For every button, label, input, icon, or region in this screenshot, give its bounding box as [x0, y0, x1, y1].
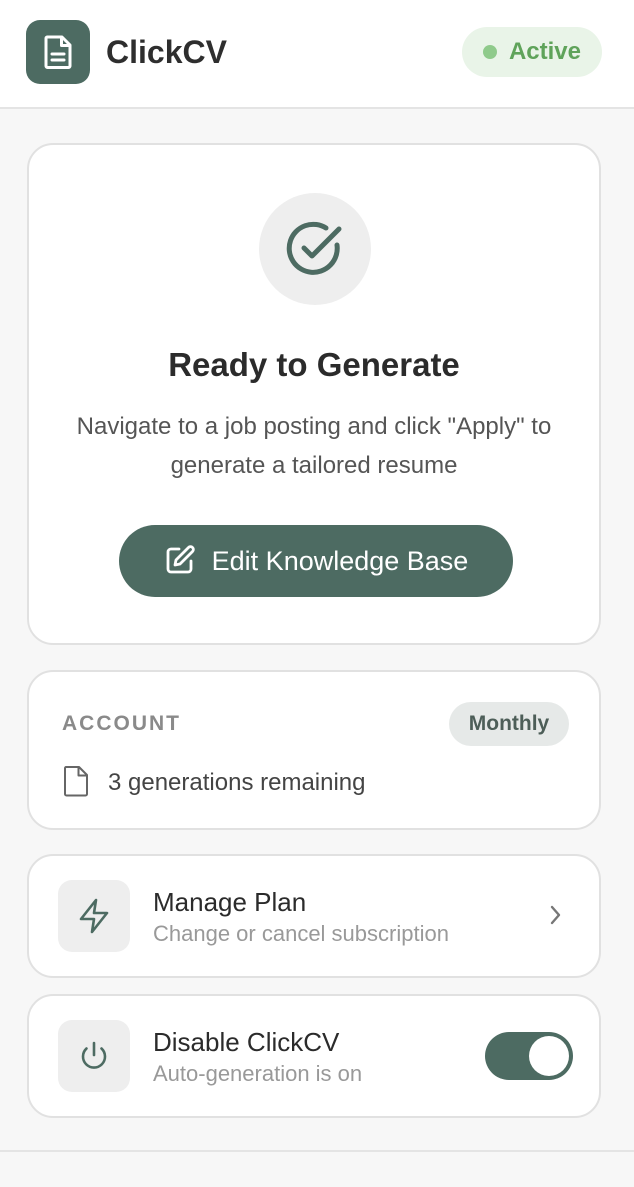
document-icon: [26, 20, 90, 84]
file-icon: [62, 765, 90, 802]
edit-knowledge-base-label: Edit Knowledge Base: [211, 545, 469, 576]
footer-divider: [0, 1150, 634, 1152]
generations-remaining: 3 generations remaining: [108, 769, 366, 796]
toggle-knob: [529, 1036, 569, 1076]
check-circle-icon: [259, 193, 371, 305]
status-badge: Active: [462, 27, 602, 77]
account-card: ACCOUNT Monthly 3 generations remaining: [27, 670, 601, 830]
power-icon: [58, 1020, 130, 1092]
disable-clickcv-row: Disable ClickCV Auto-generation is on: [27, 994, 601, 1118]
disable-subtitle: Auto-generation is on: [153, 1061, 363, 1086]
ready-card: Ready to Generate Navigate to a job post…: [27, 143, 601, 645]
manage-plan-title: Manage Plan: [153, 887, 307, 917]
ready-title: Ready to Generate: [168, 346, 460, 383]
status-label: Active: [508, 38, 582, 65]
disable-title: Disable ClickCV: [153, 1027, 340, 1057]
generations-row: 3 generations remaining: [62, 765, 366, 802]
app-title: ClickCV: [106, 34, 227, 70]
edit-icon: [164, 544, 196, 579]
chevron-right-icon: [547, 902, 565, 933]
plan-badge: Monthly: [449, 702, 569, 746]
manage-plan-subtitle: Change or cancel subscription: [153, 921, 449, 946]
auto-generation-toggle[interactable]: [485, 1032, 573, 1080]
status-dot-icon: [482, 45, 497, 59]
manage-plan-button[interactable]: Manage Plan Change or cancel subscriptio…: [27, 854, 601, 978]
account-section-label: ACCOUNT: [62, 712, 181, 735]
app-header: ClickCV Active: [0, 0, 634, 109]
lightning-icon: [58, 880, 130, 952]
edit-knowledge-base-button[interactable]: Edit Knowledge Base: [119, 525, 513, 597]
ready-description: Navigate to a job posting and click "App…: [76, 413, 552, 479]
